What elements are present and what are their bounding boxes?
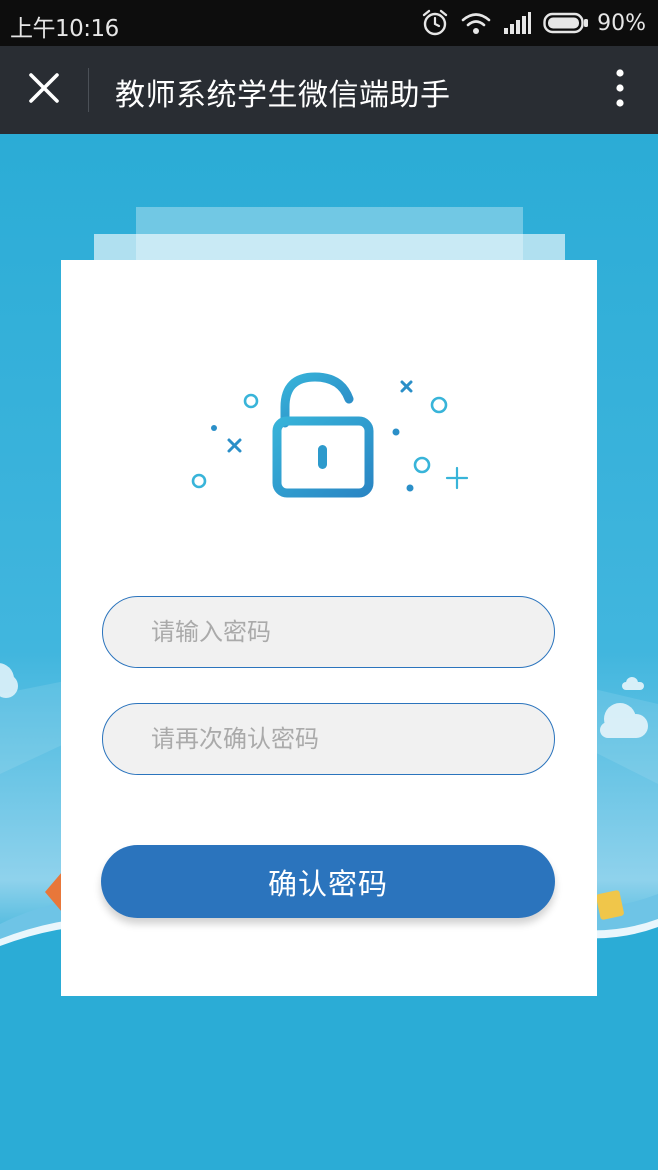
- battery-percent: 90%: [597, 10, 646, 36]
- status-time: 上午10:16: [10, 16, 119, 42]
- status-bar: 上午10:16 90%: [0, 0, 658, 46]
- more-menu-button[interactable]: [602, 64, 638, 116]
- confirm-password-field[interactable]: [102, 703, 555, 775]
- more-vertical-icon: [615, 68, 625, 112]
- alarm-icon: [421, 9, 449, 37]
- close-button[interactable]: [14, 60, 74, 120]
- signal-icon: [503, 12, 532, 34]
- close-icon: [28, 72, 60, 108]
- password-card: 确认密码: [61, 260, 597, 996]
- confirm-password-input[interactable]: [151, 725, 554, 753]
- password-field[interactable]: [102, 596, 555, 668]
- confirm-password-label: 确认密码: [267, 866, 388, 901]
- title-bar: 教师系统学生微信端助手: [0, 46, 658, 134]
- title-divider: [88, 68, 89, 112]
- wifi-icon: [461, 11, 491, 35]
- confirm-password-button[interactable]: 确认密码: [101, 845, 555, 918]
- status-icons: 90%: [421, 8, 646, 38]
- password-input[interactable]: [151, 618, 554, 646]
- battery-icon: [543, 12, 589, 34]
- page-title: 教师系统学生微信端助手: [115, 78, 451, 113]
- unlocked-padlock-icon: [181, 365, 481, 505]
